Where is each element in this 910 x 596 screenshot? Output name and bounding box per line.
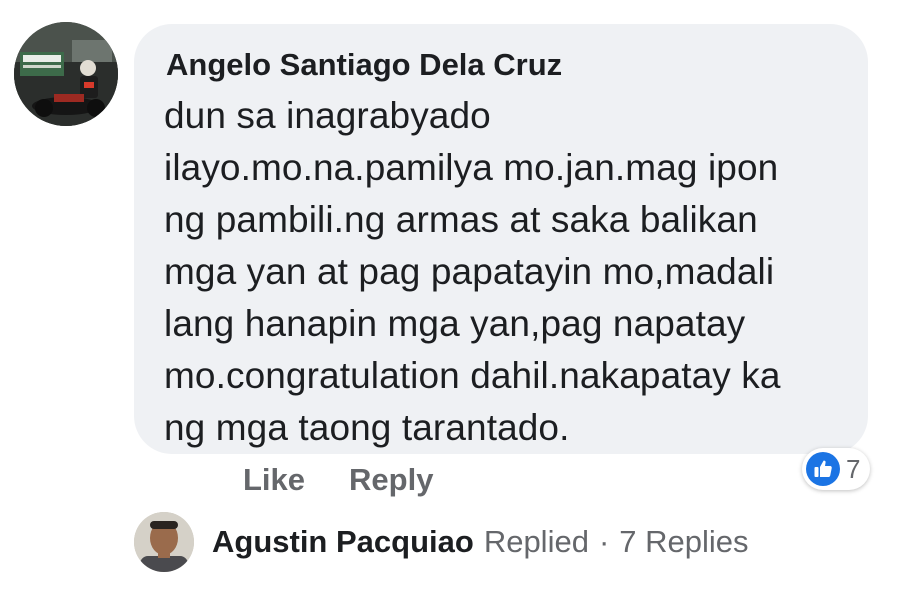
thumbs-up-icon [806,452,840,486]
comment-text: dun sa inagrabyado ilayo.mo.na.pamilya m… [164,95,781,448]
reply-author-avatar [134,512,194,572]
like-button[interactable]: Like [243,462,305,498]
reaction-summary[interactable]: 7 [802,448,871,490]
reply-action-label: Replied [483,524,589,559]
reply-button[interactable]: Reply [349,462,433,498]
comment-bubble: Angelo Santiago Dela Cruz dun sa inagrab… [134,24,868,454]
comment-author-name[interactable]: Angelo Santiago Dela Cruz [166,46,838,84]
reply-author-name[interactable]: Agustin Pacquiao [212,524,474,560]
author-avatar[interactable] [14,22,118,126]
reply-count-link[interactable]: 7 Replies [619,524,748,560]
reaction-count: 7 [846,453,861,484]
user-avatar-photo-icon [134,512,194,572]
user-avatar-photo-icon [14,22,118,126]
reply-separator: · [598,524,610,559]
comment-actions: Like Reply [243,462,433,498]
reply-summary[interactable]: Agustin Pacquiao Replied · 7 Replies [134,512,749,572]
